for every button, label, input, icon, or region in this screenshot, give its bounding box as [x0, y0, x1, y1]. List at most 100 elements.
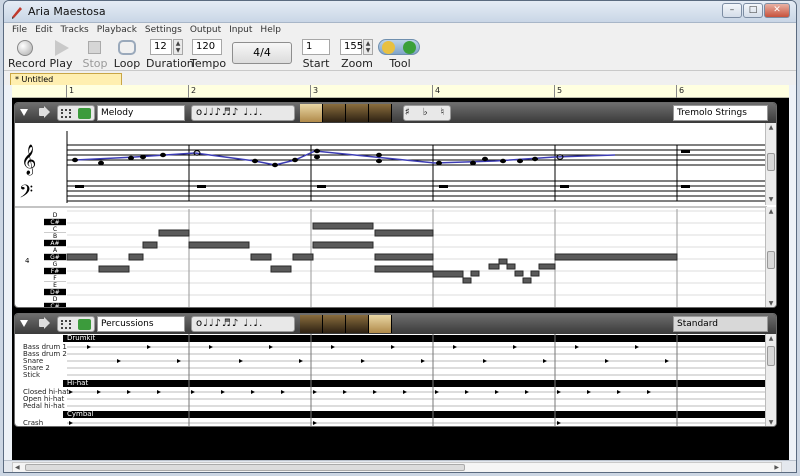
scroll-thumb[interactable]: [767, 153, 775, 171]
octave-label: 4: [25, 257, 30, 265]
scroll-thumb[interactable]: [767, 346, 775, 366]
editor-view-buttons: [300, 104, 392, 122]
time-signature-button[interactable]: 4/4: [232, 42, 292, 64]
toolbar: Record Play Stop Loop 12 ▲ ▼ Duration 120…: [4, 37, 796, 71]
melody-track-body: 𝄞 𝄢 D C# C B A# A G# G F# F E D# D C# 4 …: [15, 123, 776, 308]
scroll-up-icon[interactable]: ▲: [766, 207, 776, 217]
barlines: [66, 131, 678, 203]
start-label-wrap: Start: [300, 37, 332, 71]
note-duration-selector[interactable]: o♩♩♪♬♪ ♩.♩.: [191, 105, 295, 121]
percussion-track: Percussions o♩♩♪♬♪ ♩.♩. Standard Drumkit…: [14, 313, 777, 427]
guitar-view-icon[interactable]: [346, 104, 369, 122]
zoom-label-wrap: Zoom: [338, 37, 376, 71]
key-label: C: [44, 226, 66, 233]
duration-label: Duration: [146, 57, 194, 70]
drum-grid-lines: [67, 334, 767, 426]
accidental-selector[interactable]: ♯ ♭ ♮: [403, 105, 451, 121]
percussion-scrollbar[interactable]: ▲ ▼: [765, 334, 776, 426]
menu-playback[interactable]: Playback: [97, 23, 137, 37]
loop-button[interactable]: Loop: [112, 37, 142, 71]
scroll-up-icon[interactable]: ▲: [766, 123, 776, 133]
speaker-icon[interactable]: [39, 106, 50, 118]
speaker-icon[interactable]: [39, 317, 50, 329]
key-label: C#: [44, 219, 66, 226]
melody-track-header: Melody o♩♩♪♬♪ ♩.♩. ♯ ♭ ♮ Tremolo Strings: [15, 103, 776, 123]
record-icon: [17, 40, 33, 56]
scroll-right-icon[interactable]: ▶: [774, 464, 779, 471]
drumkit-selector[interactable]: Standard: [673, 316, 768, 332]
menu-input[interactable]: Input: [229, 23, 252, 37]
keyboard-view-icon[interactable]: [323, 104, 346, 122]
menu-tracks[interactable]: Tracks: [61, 23, 89, 37]
note-duration-selector[interactable]: o♩♩♪♬♪ ♩.♩.: [191, 316, 295, 332]
editor-view-buttons: [300, 315, 392, 333]
key-label: C#: [44, 303, 66, 307]
start-label: Start: [302, 57, 330, 70]
menu-help[interactable]: Help: [260, 23, 281, 37]
score-scrollbar[interactable]: ▲ ▼: [765, 123, 776, 205]
scroll-down-icon[interactable]: ▼: [766, 418, 776, 426]
maximize-button[interactable]: □: [743, 3, 763, 18]
collapse-triangle-icon[interactable]: [20, 109, 28, 116]
horizontal-scrollbar[interactable]: ◀ ▶: [12, 462, 782, 472]
record-label: Record: [8, 57, 47, 70]
grid-icon: [61, 320, 71, 329]
piano-roll-scrollbar[interactable]: ▲ ▼: [765, 207, 776, 307]
drum-hits: [69, 345, 669, 425]
tab-row: * Untitled: [4, 71, 796, 85]
stop-label: Stop: [82, 57, 108, 70]
instrument-selector[interactable]: Tremolo Strings: [673, 105, 768, 121]
bottom-bar: ◀ ▶: [4, 460, 796, 472]
play-label: Play: [49, 57, 73, 70]
ruler-mark: 2: [188, 85, 196, 98]
drum-grid-canvas[interactable]: [67, 334, 767, 427]
scroll-down-icon[interactable]: ▼: [766, 299, 776, 307]
score-view-icon[interactable]: [300, 104, 323, 122]
measure-ruler[interactable]: 1 2 3 4 5 6: [12, 85, 789, 98]
tab-untitled[interactable]: * Untitled: [10, 73, 122, 85]
score-view-icon[interactable]: [300, 315, 323, 333]
track-name-field[interactable]: Percussions: [97, 316, 185, 332]
keyboard-view-icon[interactable]: [323, 315, 346, 333]
scroll-left-icon[interactable]: ◀: [15, 464, 20, 471]
key-label: G: [44, 261, 66, 268]
key-label: A#: [44, 240, 66, 247]
minimize-button[interactable]: –: [722, 3, 742, 18]
key-label: F#: [44, 268, 66, 275]
note-add-icon: [78, 319, 91, 330]
key-label: A: [44, 247, 66, 254]
key-label: D#: [44, 289, 66, 296]
menu-settings[interactable]: Settings: [145, 23, 182, 37]
stop-button[interactable]: Stop: [80, 37, 110, 71]
menu-file[interactable]: File: [12, 23, 27, 37]
loop-label: Loop: [113, 57, 141, 70]
drum-name: Crash: [23, 419, 44, 427]
drum-view-icon[interactable]: [369, 104, 392, 122]
bass-clef-icon: 𝄢: [19, 182, 33, 207]
key-label: E: [44, 282, 66, 289]
scroll-up-icon[interactable]: ▲: [766, 334, 776, 344]
menu-output[interactable]: Output: [190, 23, 221, 37]
play-button[interactable]: Play: [46, 37, 76, 71]
app-window: Aria Maestosa – □ ✕ File Edit Tracks Pla…: [3, 0, 797, 473]
collapse-triangle-icon[interactable]: [20, 320, 28, 327]
tempo-label-wrap: Tempo: [190, 37, 226, 71]
scroll-thumb[interactable]: [767, 251, 775, 269]
key-label: D: [44, 296, 66, 303]
track-name-field[interactable]: Melody: [97, 105, 185, 121]
menu-edit[interactable]: Edit: [35, 23, 52, 37]
treble-clef-icon: 𝄞: [21, 144, 36, 176]
grid-editor-button[interactable]: [57, 316, 95, 332]
zoom-label: Zoom: [341, 57, 373, 70]
piano-roll-notes: [66, 222, 678, 284]
drum-view-icon[interactable]: [369, 315, 392, 333]
scroll-down-icon[interactable]: ▼: [766, 195, 776, 205]
record-button[interactable]: Record: [8, 37, 47, 71]
guitar-view-icon[interactable]: [346, 315, 369, 333]
play-icon: [55, 40, 69, 56]
percussion-track-header: Percussions o♩♩♪♬♪ ♩.♩. Standard: [15, 314, 776, 334]
scroll-thumb[interactable]: [25, 464, 465, 471]
melody-editor-canvas[interactable]: 𝄞 𝄢: [15, 123, 767, 308]
close-button[interactable]: ✕: [764, 3, 790, 18]
grid-editor-button[interactable]: [57, 105, 95, 121]
